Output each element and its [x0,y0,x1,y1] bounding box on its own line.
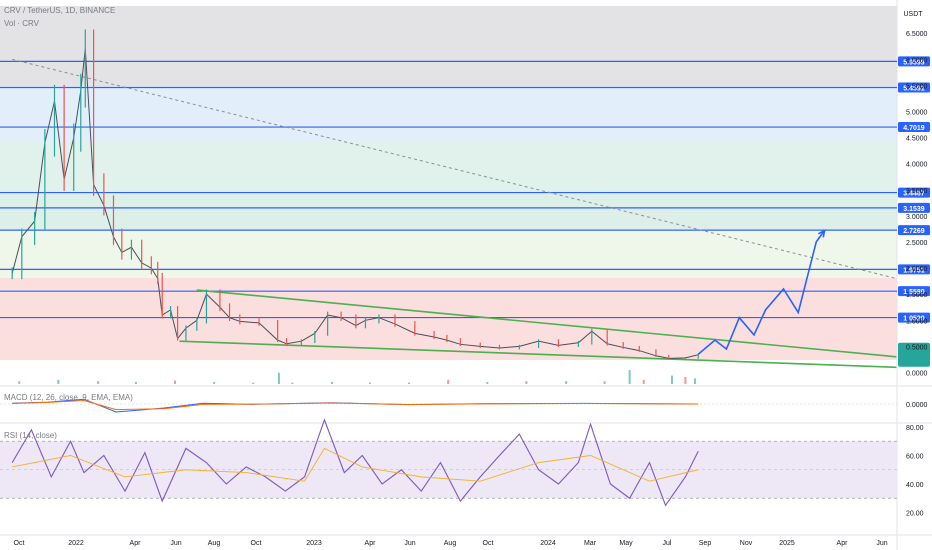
price-tick-10: 1.5000 [906,292,928,299]
volume-legend[interactable]: Vol · CRV [4,19,39,28]
level-label-5: 2.7269 [903,228,925,235]
time-tick-14: Jul [663,540,672,547]
price-tick-3: 5.0000 [906,110,928,117]
volume-bar-19 [670,375,673,384]
volume-bar-1 [57,379,60,384]
macd-tick-0: 0.0000 [906,402,928,409]
price-tick-9: 2.0000 [906,266,928,273]
time-tick-11: 2024 [540,540,556,547]
price-tick-0: 6.5000 [906,31,928,38]
rsi-tick-3: 20.00 [906,511,924,518]
zone-green [0,229,897,278]
volume-bar-21 [694,378,697,384]
volume-bar-6 [252,382,255,384]
price-tick-6: 3.5000 [906,188,928,195]
volume-bar-7 [277,372,280,384]
rsi-tick-2: 40.00 [906,482,924,489]
zone-gray [0,6,897,86]
time-tick-9: Aug [444,540,457,547]
time-tick-15: Sep [699,540,712,547]
time-tick-17: 2025 [779,540,795,547]
volume-bar-4 [174,380,177,384]
volume-bar-11 [408,382,411,384]
time-tick-3: Jun [170,540,181,547]
volume-bar-2 [97,381,100,384]
volume-bar-13 [486,381,489,384]
time-tick-19: Jun [876,540,887,547]
volume-bar-15 [565,381,568,384]
time-tick-10: Oct [483,540,494,547]
volume-bar-16 [603,381,606,384]
zone-teal-dark [0,191,897,229]
rsi-legend[interactable]: RSI (14, close) [4,431,57,440]
level-label-4: 3.1539 [903,206,925,213]
volume-bar-5 [213,381,216,384]
price-tick-1: 6.0000 [906,57,928,64]
volume-bar-3 [134,381,137,384]
rsi-tick-1: 60.00 [906,454,924,461]
volume-bar-17 [628,370,631,384]
time-tick-5: Oct [251,540,262,547]
volume-bar-14 [525,381,528,384]
time-tick-8: Jun [404,540,415,547]
time-tick-2: Apr [130,540,142,547]
time-tick-16: Nov [740,540,753,547]
macd-legend[interactable]: MACD (12, 26, close, 9, EMA, EMA) [4,393,133,402]
volume-bar-8 [291,382,294,384]
price-tick-13: 0.0000 [906,371,928,378]
currency-label: USDT [903,11,923,18]
time-tick-0: Oct [14,540,25,547]
time-tick-18: Apr [837,540,849,547]
level-label-2: 4.7019 [903,125,925,132]
zone-blue [0,86,897,141]
price-tick-7: 3.0000 [906,214,928,221]
time-tick-6: 2023 [306,540,322,547]
time-tick-7: Apr [365,540,377,547]
price-tick-12: 0.5000 [906,344,928,351]
volume-bar-10 [368,382,371,384]
price-tick-11: 1.0000 [906,318,928,325]
time-tick-4: Aug [208,540,221,547]
volume-bar-0 [18,381,21,384]
price-tick-2: 5.5000 [906,83,928,90]
time-tick-13: May [619,540,633,547]
price-tick-5: 4.0000 [906,162,928,169]
volume-bar-12 [447,379,450,384]
volume-bar-20 [684,377,687,384]
zone-red [0,278,897,360]
time-tick-1: 2022 [68,540,84,547]
symbol-legend[interactable]: CRV / TetherUS, 1D, BINANCE [4,6,115,15]
volume-bar-9 [331,381,334,384]
time-tick-12: Mar [584,540,597,547]
rsi-tick-0: 80.00 [906,425,924,432]
price-tick-4: 4.5000 [906,136,928,143]
price-tick-8: 2.5000 [906,240,928,247]
volume-bar-18 [642,379,645,384]
trading-chart[interactable]: 5.95995.45914.70193.44673.15392.72691.97… [0,0,932,550]
